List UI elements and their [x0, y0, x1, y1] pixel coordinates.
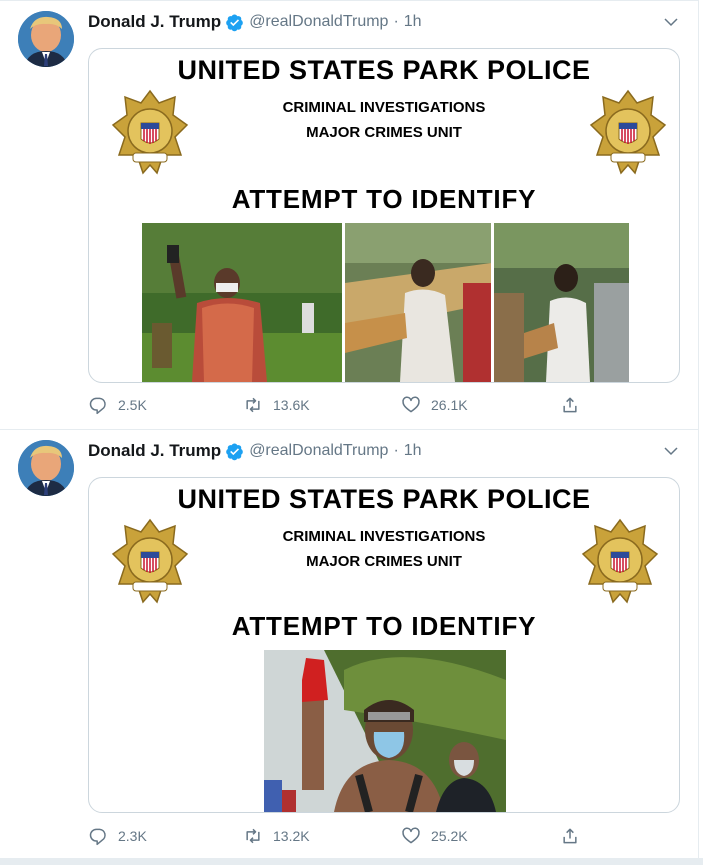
separator: · — [393, 13, 399, 30]
tweet-header: Donald J. Trump @realDonaldTrump · 1h — [88, 440, 422, 462]
park-police-badge-icon — [111, 518, 189, 604]
timestamp[interactable]: 1h — [404, 442, 422, 460]
like-count: 25.2K — [431, 828, 468, 844]
suspect-photo[interactable] — [264, 650, 506, 812]
reply-count: 2.3K — [118, 828, 147, 844]
suspect-photo[interactable] — [142, 223, 342, 382]
retweet-icon — [246, 397, 260, 413]
suspect-photo[interactable] — [345, 223, 491, 382]
card-heading: ATTEMPT TO IDENTIFY — [231, 611, 537, 641]
chevron-down-icon[interactable] — [662, 13, 680, 31]
share-icon — [563, 397, 577, 413]
retweet-icon — [246, 828, 260, 844]
tweet-header: Donald J. Trump @realDonaldTrump · 1h — [88, 11, 422, 33]
media-card[interactable]: UNITED STATES PARK POLICE CRIMINAL INVES… — [88, 48, 680, 383]
verified-badge-icon — [226, 443, 243, 460]
retweet-button[interactable]: 13.2K — [243, 826, 310, 846]
like-button[interactable]: 26.1K — [401, 395, 468, 415]
author-name[interactable]: Donald J. Trump — [88, 441, 221, 461]
like-count: 26.1K — [431, 397, 468, 413]
avatar[interactable] — [18, 11, 74, 67]
tweet-actions: 2.5K 13.6K 26.1K — [88, 395, 608, 417]
reply-button[interactable]: 2.3K — [88, 826, 147, 846]
tweet[interactable]: Donald J. Trump @realDonaldTrump · 1h UN… — [0, 1, 698, 430]
share-icon — [563, 828, 577, 844]
timeline: Donald J. Trump @realDonaldTrump · 1h UN… — [0, 0, 703, 865]
avatar[interactable] — [18, 440, 74, 496]
media-card[interactable]: UNITED STATES PARK POLICE CRIMINAL INVES… — [88, 477, 680, 813]
verified-badge-icon — [226, 14, 243, 31]
reply-icon — [89, 397, 106, 415]
reply-icon — [89, 828, 106, 846]
card-title: UNITED STATES PARK POLICE — [177, 484, 591, 514]
card-heading: ATTEMPT TO IDENTIFY — [231, 184, 537, 214]
author-handle[interactable]: @realDonaldTrump — [249, 13, 388, 31]
heart-icon — [402, 396, 420, 413]
chevron-down-icon[interactable] — [662, 442, 680, 460]
heart-icon — [402, 827, 420, 844]
tweet-actions: 2.3K 13.2K 25.2K — [88, 826, 608, 848]
park-police-badge-icon — [111, 89, 189, 175]
like-button[interactable]: 25.2K — [401, 826, 468, 846]
retweet-count: 13.6K — [273, 397, 310, 413]
reply-button[interactable]: 2.5K — [88, 395, 147, 415]
park-police-badge-icon — [589, 89, 667, 175]
park-police-badge-icon — [581, 518, 659, 604]
tweet[interactable]: Donald J. Trump @realDonaldTrump · 1h UN… — [0, 430, 698, 862]
separator: · — [393, 442, 399, 459]
retweet-button[interactable]: 13.6K — [243, 395, 310, 415]
author-handle[interactable]: @realDonaldTrump — [249, 442, 388, 460]
divider — [0, 858, 703, 865]
timestamp[interactable]: 1h — [404, 13, 422, 31]
suspect-photo[interactable] — [494, 223, 629, 382]
retweet-count: 13.2K — [273, 828, 310, 844]
share-button[interactable] — [560, 395, 590, 415]
reply-count: 2.5K — [118, 397, 147, 413]
author-name[interactable]: Donald J. Trump — [88, 12, 221, 32]
share-button[interactable] — [560, 826, 590, 846]
card-title: UNITED STATES PARK POLICE — [177, 55, 591, 85]
